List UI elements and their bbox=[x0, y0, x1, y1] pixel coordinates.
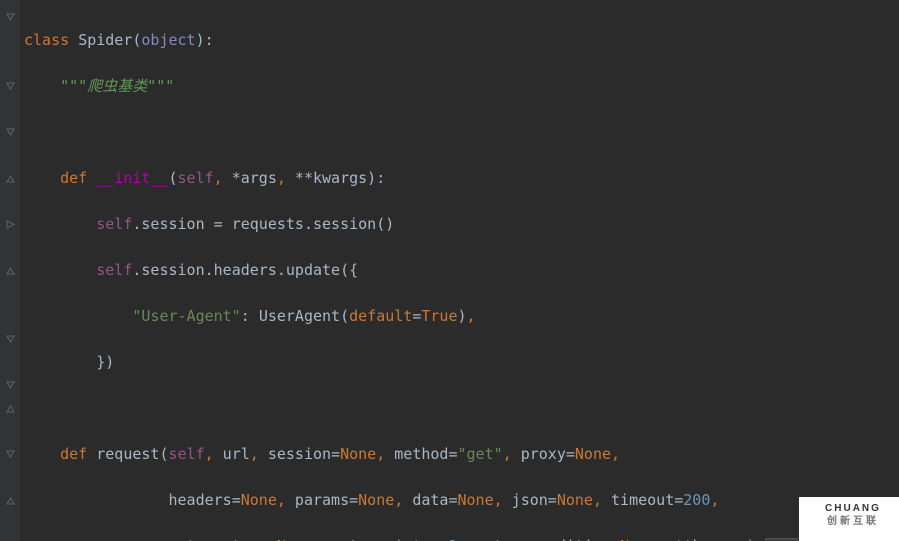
fold-end-icon[interactable] bbox=[0, 489, 20, 512]
watermark-bottom: 创新互联 bbox=[827, 516, 879, 528]
fold-end-icon[interactable] bbox=[0, 397, 20, 420]
code-line[interactable]: def __init__(self, *args, **kwargs): bbox=[24, 167, 899, 190]
code-line[interactable]: }) bbox=[24, 351, 899, 374]
fold-icon[interactable] bbox=[0, 121, 20, 144]
code-line[interactable] bbox=[24, 121, 899, 144]
code-editor[interactable]: class Spider(object): """爬虫基类""" def __i… bbox=[0, 0, 899, 541]
watermark-top: CHUANG bbox=[825, 503, 881, 515]
code-line[interactable]: self.session.headers.update({ bbox=[24, 259, 899, 282]
fold-icon[interactable] bbox=[0, 328, 20, 351]
code-line[interactable] bbox=[24, 397, 899, 420]
code-area[interactable]: class Spider(object): """爬虫基类""" def __i… bbox=[20, 0, 899, 541]
code-line[interactable]: """爬虫基类""" bbox=[24, 75, 899, 98]
code-line[interactable]: return_type=None, retry: int = 3, retry_… bbox=[24, 535, 899, 541]
code-line[interactable]: "User-Agent": UserAgent(default=True), bbox=[24, 305, 899, 328]
fold-ellipsis[interactable]: ... bbox=[765, 538, 798, 541]
fold-icon[interactable] bbox=[0, 6, 20, 29]
code-line[interactable]: self.session = requests.session() bbox=[24, 213, 899, 236]
code-line[interactable]: class Spider(object): bbox=[24, 29, 899, 52]
code-line[interactable]: headers=None, params=None, data=None, js… bbox=[24, 489, 899, 512]
gutter bbox=[0, 0, 20, 541]
fold-end-icon[interactable] bbox=[0, 167, 20, 190]
code-line[interactable]: def request(self, url, session=None, met… bbox=[24, 443, 899, 466]
fold-icon[interactable] bbox=[0, 374, 20, 397]
fold-icon[interactable] bbox=[0, 213, 20, 236]
fold-end-icon[interactable] bbox=[0, 259, 20, 282]
watermark: CHUANG 创新互联 bbox=[799, 497, 899, 541]
fold-icon[interactable] bbox=[0, 443, 20, 466]
fold-icon[interactable] bbox=[0, 75, 20, 98]
